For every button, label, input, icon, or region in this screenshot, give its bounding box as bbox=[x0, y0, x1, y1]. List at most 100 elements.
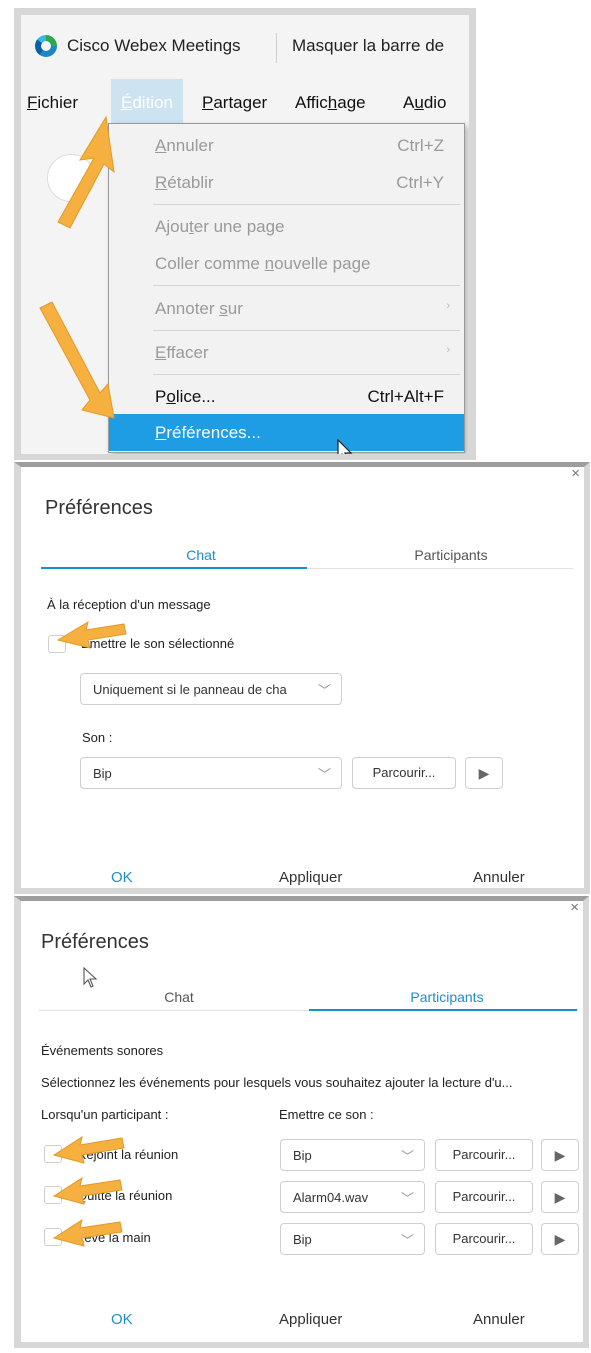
play-icon[interactable]: ▶ bbox=[541, 1223, 579, 1255]
event-sound-value: Bip bbox=[293, 1232, 312, 1247]
menu-fichier-post: ichier bbox=[37, 93, 79, 112]
menu-separator bbox=[153, 204, 460, 205]
menu-separator bbox=[153, 330, 460, 331]
webex-window: Cisco Webex Meetings Masquer la barre de… bbox=[14, 8, 476, 460]
cancel-button[interactable]: Annuler bbox=[473, 1311, 525, 1328]
menu-audio-pre: A bbox=[403, 93, 415, 112]
coller-pre: Coller comme bbox=[155, 254, 265, 273]
annuler-post: nnuler bbox=[166, 136, 214, 155]
tab-chat[interactable]: Chat bbox=[151, 547, 251, 563]
apply-button[interactable]: Appliquer bbox=[279, 1311, 342, 1328]
menu-separator bbox=[153, 374, 460, 375]
menu-partager[interactable]: Partager bbox=[202, 93, 267, 113]
dialog-title: Préférences bbox=[45, 497, 153, 519]
retablir-mnemonic: R bbox=[155, 173, 168, 192]
menu-item-coller-nouvelle-page[interactable]: Coller comme nouvelle page bbox=[109, 245, 464, 282]
menu-item-ajouter-page[interactable]: Ajouter une page bbox=[109, 208, 464, 245]
menu-item-preferences[interactable]: Préférences... bbox=[109, 414, 464, 451]
title-divider bbox=[276, 33, 277, 63]
chevron-down-icon: ﹀ bbox=[400, 1149, 414, 1164]
menu-audio[interactable]: Audio bbox=[403, 93, 447, 113]
menu-item-annoter-sur[interactable]: Annoter sur › bbox=[109, 290, 464, 327]
tab-chat[interactable]: Chat bbox=[129, 989, 229, 1005]
police-post: lice... bbox=[175, 387, 216, 406]
browse-button[interactable]: Parcourir... bbox=[435, 1223, 533, 1255]
police-mnemonic: o bbox=[166, 387, 176, 406]
sound-select[interactable]: Bip ﹀ bbox=[80, 757, 342, 789]
coller-mnemonic: n bbox=[264, 254, 275, 273]
play-icon[interactable]: ▶ bbox=[541, 1181, 579, 1213]
retablir-shortcut: Ctrl+Y bbox=[396, 173, 444, 192]
webex-logo-icon bbox=[35, 35, 57, 57]
event-sound-value: Bip bbox=[293, 1148, 312, 1163]
coller-post: ouvelle page bbox=[274, 254, 371, 273]
police-shortcut: Ctrl+Alt+F bbox=[367, 387, 444, 406]
play-sound-checkbox[interactable] bbox=[48, 635, 66, 653]
tab-participants[interactable]: Participants bbox=[381, 547, 521, 563]
close-icon[interactable]: × bbox=[571, 467, 580, 482]
effacer-post: ffacer bbox=[166, 343, 209, 362]
retablir-post: établir bbox=[167, 173, 214, 192]
menu-audio-post: dio bbox=[423, 93, 447, 112]
menu-affichage[interactable]: Affichage bbox=[295, 93, 366, 113]
menu-fichier[interactable]: Fichier bbox=[27, 93, 78, 113]
event-checkbox[interactable] bbox=[44, 1228, 62, 1246]
section-heading: À la réception d'un message bbox=[47, 597, 211, 612]
menu-affichage-mnemonic: h bbox=[327, 93, 338, 112]
close-icon[interactable]: × bbox=[570, 901, 579, 916]
menu-item-retablir[interactable]: Rétablir Ctrl+Y bbox=[109, 164, 464, 201]
hide-bar-button[interactable]: Masquer la barre de bbox=[292, 36, 444, 56]
menu-item-police[interactable]: Police... Ctrl+Alt+F bbox=[109, 378, 464, 415]
event-checkbox[interactable] bbox=[44, 1186, 62, 1204]
preferences-chat-dialog: × Préférences Chat Participants À la réc… bbox=[14, 462, 590, 894]
menu-edition-mnemonic: É bbox=[121, 93, 133, 112]
event-sound-select[interactable]: Alarm04.wav ﹀ bbox=[280, 1181, 425, 1213]
mouse-pointer-icon bbox=[337, 439, 353, 454]
menu-audio-mnemonic: u bbox=[414, 93, 424, 112]
event-sound-value: Alarm04.wav bbox=[293, 1190, 369, 1205]
menu-edition-post: dition bbox=[132, 93, 173, 112]
police-pre: P bbox=[155, 387, 167, 406]
round-button[interactable] bbox=[47, 154, 95, 202]
tab-active-indicator bbox=[309, 1009, 577, 1011]
app-title: Cisco Webex Meetings bbox=[67, 36, 241, 55]
menu-fichier-mnemonic: F bbox=[27, 93, 38, 112]
annoter-mnemonic: s bbox=[219, 299, 228, 318]
annoter-pre: Annoter bbox=[155, 299, 220, 318]
play-sound-label: Emettre le son sélectionné bbox=[81, 636, 235, 651]
event-checkbox[interactable] bbox=[44, 1145, 62, 1163]
play-icon[interactable]: ▶ bbox=[465, 757, 503, 789]
preferences-mnemonic: P bbox=[155, 423, 167, 442]
cancel-button[interactable]: Annuler bbox=[473, 869, 525, 886]
tab-participants[interactable]: Participants bbox=[377, 989, 517, 1005]
menu-affichage-pre: Affic bbox=[295, 93, 328, 112]
apply-button[interactable]: Appliquer bbox=[279, 869, 342, 886]
menu-bar: Fichier Édition Partager Affichage Audio bbox=[21, 79, 469, 127]
tab-active-indicator bbox=[41, 567, 307, 569]
section-heading: Événements sonores bbox=[41, 1043, 164, 1058]
ok-button[interactable]: OK bbox=[111, 869, 133, 886]
column-when: Lorsqu'un participant : bbox=[41, 1107, 169, 1122]
chevron-down-icon: ﹀ bbox=[400, 1233, 414, 1248]
menu-affichage-post: age bbox=[337, 93, 366, 112]
event-label: Lève la main bbox=[77, 1230, 151, 1245]
play-icon[interactable]: ▶ bbox=[541, 1139, 579, 1171]
menu-item-effacer[interactable]: Effacer › bbox=[109, 334, 464, 371]
browse-button[interactable]: Parcourir... bbox=[435, 1139, 533, 1171]
mouse-pointer-icon bbox=[83, 967, 98, 988]
column-sound: Emettre ce son : bbox=[279, 1107, 374, 1122]
menu-item-annuler[interactable]: Annuler Ctrl+Z bbox=[109, 127, 464, 164]
menu-separator bbox=[153, 285, 460, 286]
section-description: Sélectionnez les événements pour lesquel… bbox=[41, 1075, 513, 1090]
event-label: Quitte la réunion bbox=[77, 1188, 173, 1203]
event-sound-select[interactable]: Bip ﹀ bbox=[280, 1139, 425, 1171]
browse-button[interactable]: Parcourir... bbox=[352, 757, 456, 789]
menu-edition[interactable]: Édition bbox=[111, 79, 183, 127]
browse-button[interactable]: Parcourir... bbox=[435, 1181, 533, 1213]
condition-select[interactable]: Uniquement si le panneau de cha ﹀ bbox=[80, 673, 342, 705]
chevron-down-icon: ﹀ bbox=[400, 1191, 414, 1206]
event-sound-select[interactable]: Bip ﹀ bbox=[280, 1223, 425, 1255]
ok-button[interactable]: OK bbox=[111, 1311, 133, 1328]
dialog-title: Préférences bbox=[41, 931, 149, 953]
preferences-post: références... bbox=[166, 423, 261, 442]
